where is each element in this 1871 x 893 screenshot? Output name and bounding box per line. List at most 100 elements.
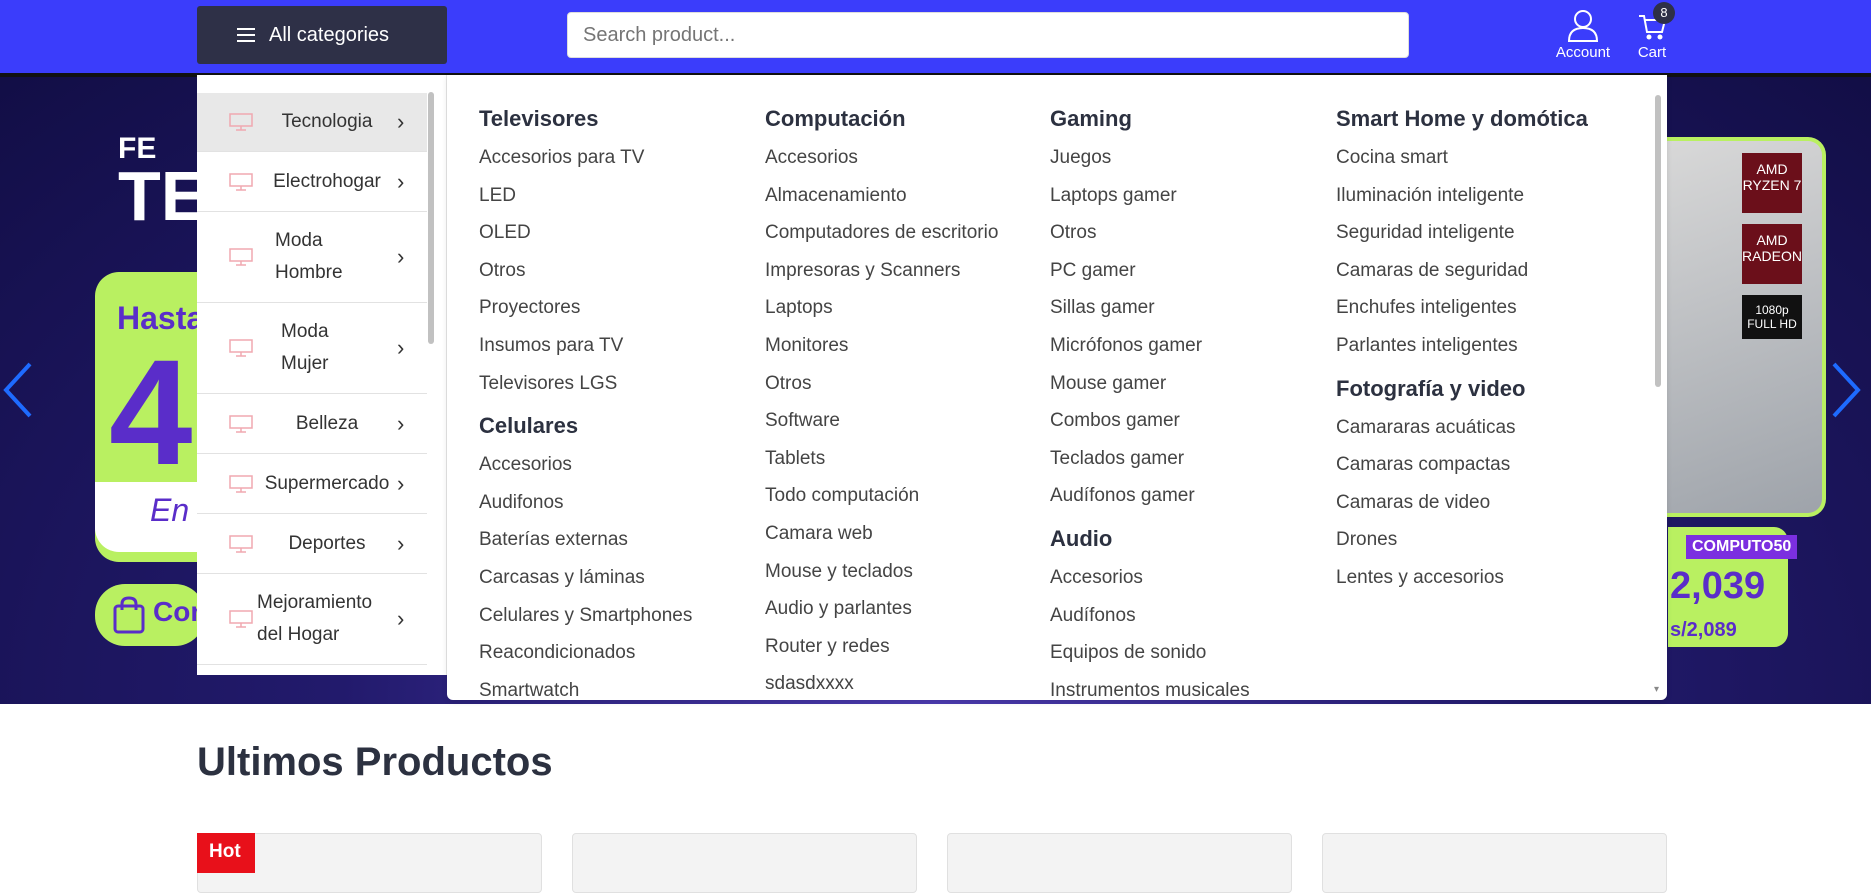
subcategory-link[interactable]: Proyectores	[479, 289, 759, 327]
subcategory-link[interactable]: Camaras de seguridad	[1336, 252, 1616, 290]
search-input[interactable]	[567, 12, 1409, 58]
subcategory-link[interactable]: Teclados gamer	[1050, 440, 1330, 478]
subcategory-link[interactable]: Accesorios	[1050, 559, 1330, 597]
subcategory-link[interactable]: Camararas acuáticas	[1336, 409, 1616, 447]
subcategory-link[interactable]: Mouse y teclados	[765, 553, 1045, 591]
subcategory-link[interactable]: Carcasas y láminas	[479, 559, 759, 597]
subcategory-link[interactable]: Otros	[1050, 214, 1330, 252]
account-label: Account	[1555, 44, 1611, 61]
chevron-right-icon: ›	[397, 410, 405, 436]
subcategory-link[interactable]: Enchufes inteligentes	[1336, 289, 1616, 327]
sidebar-item-belleza[interactable]: Belleza ›	[197, 394, 427, 454]
subcategory-link[interactable]: Software	[765, 402, 1045, 440]
chevron-right-icon: ›	[397, 335, 405, 360]
subcategory-link[interactable]: Cocina smart	[1336, 139, 1616, 177]
subcategory-link[interactable]: Computadores de escritorio	[765, 214, 1045, 252]
category-heading[interactable]: Televisores	[479, 99, 759, 139]
subcategory-link[interactable]: Accesorios	[765, 139, 1045, 177]
subcategory-link[interactable]: Audífonos gamer	[1050, 477, 1330, 515]
category-heading[interactable]: Celulares	[479, 406, 759, 446]
subcategory-link[interactable]: Lentes y accesorios	[1336, 559, 1616, 597]
sidebar-item-mejoramiento-hogar[interactable]: Mejoramiento del Hogar ›	[197, 574, 427, 665]
subcategory-link[interactable]: Audifonos	[479, 484, 759, 522]
subcategory-link[interactable]: Drones	[1336, 521, 1616, 559]
category-heading[interactable]: Smart Home y domótica	[1336, 99, 1616, 139]
subcategory-link[interactable]: Laptops	[765, 289, 1045, 327]
subcategory-link[interactable]: Todo computación	[765, 477, 1045, 515]
product-card[interactable]	[572, 833, 917, 893]
sidebar-item-moda-hombre[interactable]: Moda Hombre ›	[197, 212, 427, 303]
mega-menu-scrollbar[interactable]	[1655, 95, 1661, 387]
subcategory-link[interactable]: LED	[479, 177, 759, 215]
product-card[interactable]	[947, 833, 1292, 893]
subcategory-link[interactable]: Laptops gamer	[1050, 177, 1330, 215]
chevron-right-icon: ›	[397, 244, 405, 269]
subcategory-link[interactable]: Camara web	[765, 515, 1045, 553]
subcategory-link[interactable]: Audio y parlantes	[765, 590, 1045, 628]
category-heading[interactable]: Fotografía y video	[1336, 369, 1616, 409]
sidebar-item-label: Deportes	[288, 532, 366, 554]
mega-menu-panel: Televisores Accesorios para TV LED OLED …	[447, 75, 1667, 700]
subcategory-link[interactable]: Combos gamer	[1050, 402, 1330, 440]
subcategory-link[interactable]: Juegos	[1050, 139, 1330, 177]
carousel-prev-icon[interactable]	[0, 360, 34, 420]
sidebar-scrollbar[interactable]	[428, 92, 434, 344]
monitor-icon	[229, 248, 253, 266]
subcategory-link[interactable]: Equipos de sonido	[1050, 634, 1330, 672]
radeon-chip-badge: AMD RADEON	[1742, 224, 1802, 284]
subcategory-link[interactable]: Insumos para TV	[479, 327, 759, 365]
subcategory-link[interactable]: Instrumentos musicales	[1050, 672, 1330, 700]
subcategory-link[interactable]: sdasdxxxx	[765, 665, 1045, 700]
subcategory-link[interactable]: Tablets	[765, 440, 1045, 478]
sidebar-item-tecnologia[interactable]: Tecnologia ›	[197, 93, 427, 152]
subcategory-link[interactable]: Mouse gamer	[1050, 365, 1330, 403]
category-heading[interactable]: Computación	[765, 99, 1045, 139]
account-button[interactable]: Account	[1552, 8, 1614, 61]
monitor-icon	[229, 113, 253, 131]
subcategory-link[interactable]: Almacenamiento	[765, 177, 1045, 215]
subcategory-link[interactable]: Router y redes	[765, 628, 1045, 666]
scroll-down-arrow-icon[interactable]: ▾	[1654, 684, 1659, 695]
sidebar-item-label: Mejoramiento del Hogar	[257, 592, 373, 645]
sidebar-item-label: Supermercado	[264, 472, 390, 494]
price-main: 2,039	[1670, 565, 1766, 607]
subcategory-link[interactable]: Iluminación inteligente	[1336, 177, 1616, 215]
sidebar-item-supermercado[interactable]: Supermercado ›	[197, 454, 427, 514]
chevron-right-icon: ›	[397, 530, 405, 556]
sidebar-item-deportes[interactable]: Deportes ›	[197, 514, 427, 574]
sidebar-item-label: Belleza	[295, 412, 359, 434]
all-categories-button[interactable]: All categories	[197, 6, 447, 64]
subcategory-link[interactable]: Monitores	[765, 327, 1045, 365]
hot-badge: Hot	[197, 833, 255, 873]
subcategory-link[interactable]: Micrófonos gamer	[1050, 327, 1330, 365]
subcategory-link[interactable]: Parlantes inteligentes	[1336, 327, 1616, 365]
ryzen-chip-badge: AMD RYZEN 7	[1742, 153, 1802, 213]
product-card[interactable]	[1322, 833, 1667, 893]
category-heading[interactable]: Gaming	[1050, 99, 1330, 139]
subcategory-link[interactable]: Televisores LGS	[479, 365, 759, 403]
subcategory-link[interactable]: Camaras compactas	[1336, 446, 1616, 484]
subcategory-link[interactable]: OLED	[479, 214, 759, 252]
subcategory-link[interactable]: PC gamer	[1050, 252, 1330, 290]
subcategory-link[interactable]: Celulares y Smartphones	[479, 597, 759, 635]
subcategory-link[interactable]: Otros	[765, 365, 1045, 403]
sidebar-item-electrohogar[interactable]: Electrohogar ›	[197, 152, 427, 212]
monitor-icon	[229, 474, 253, 493]
banner-cta-button[interactable]: Con	[95, 584, 207, 646]
category-heading[interactable]: Audio	[1050, 519, 1330, 559]
subcategory-link[interactable]: Reacondicionados	[479, 634, 759, 672]
subcategory-link[interactable]: Audífonos	[1050, 597, 1330, 635]
user-icon	[1567, 10, 1599, 42]
subcategory-link[interactable]: Camaras de video	[1336, 484, 1616, 522]
subcategory-link[interactable]: Baterías externas	[479, 521, 759, 559]
carousel-next-icon[interactable]	[1830, 360, 1864, 420]
subcategory-link[interactable]: Accesorios	[479, 446, 759, 484]
sidebar-item-moda-mujer[interactable]: Moda Mujer ›	[197, 303, 427, 394]
subcategory-link[interactable]: Otros	[479, 252, 759, 290]
banner-price-card: COMPUTO50 2,039 s/2,089	[1668, 527, 1798, 647]
subcategory-link[interactable]: Accesorios para TV	[479, 139, 759, 177]
subcategory-link[interactable]: Sillas gamer	[1050, 289, 1330, 327]
subcategory-link[interactable]: Smartwatch	[479, 672, 759, 700]
subcategory-link[interactable]: Impresoras y Scanners	[765, 252, 1045, 290]
subcategory-link[interactable]: Seguridad inteligente	[1336, 214, 1616, 252]
